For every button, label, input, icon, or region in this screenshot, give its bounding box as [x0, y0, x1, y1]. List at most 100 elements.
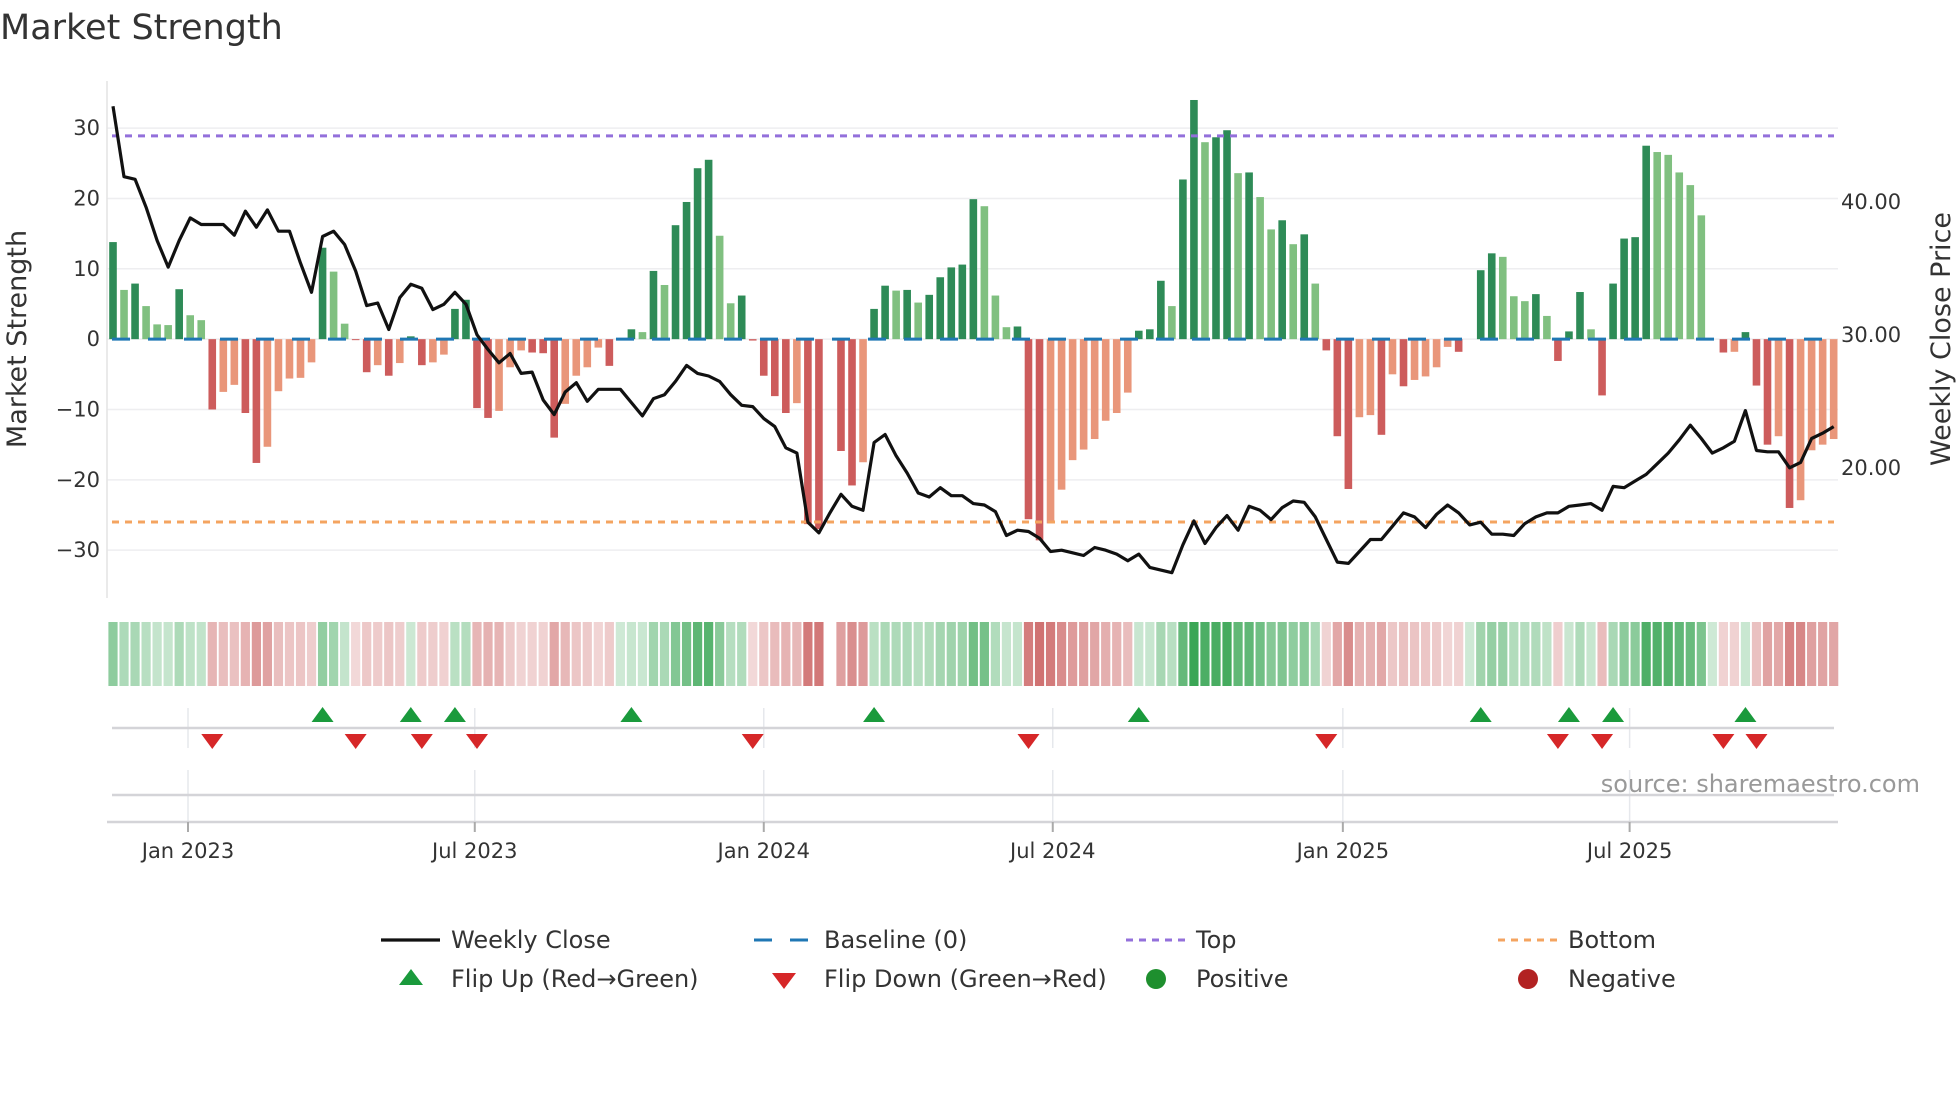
strength-bar [1796, 339, 1805, 501]
heat-cell [1034, 622, 1045, 686]
strength-bar [1366, 339, 1375, 416]
legend-item-negative: Negative [1518, 965, 1676, 993]
flip-up-marker [443, 707, 466, 722]
heat-cell [439, 622, 449, 686]
strength-bar [1256, 197, 1264, 340]
heat-cell [174, 622, 184, 686]
heat-cell [295, 622, 306, 686]
strength-bar [1201, 142, 1209, 340]
heat-cell [229, 622, 239, 686]
strength-bars [109, 99, 1838, 541]
heat-cell [516, 622, 526, 686]
heat-cell [1663, 622, 1673, 686]
strength-bar [175, 289, 183, 340]
flip-up-marker [311, 707, 334, 722]
strength-bar [1487, 253, 1496, 340]
flip-up-marker [1734, 707, 1757, 722]
heat-cell [1476, 622, 1486, 686]
heat-cell [317, 622, 328, 686]
legend-item-positive: Positive [1146, 965, 1289, 993]
strength-bar [1024, 339, 1033, 520]
heat-cell [185, 622, 195, 686]
strength-bar [307, 339, 316, 363]
heat-cell [1343, 622, 1353, 686]
heat-cell [119, 622, 129, 686]
heat-cell [1619, 622, 1629, 686]
heat-cell [351, 622, 361, 686]
strength-bar [340, 323, 349, 340]
strength-heat-strip [108, 622, 1839, 686]
strength-bar [153, 324, 161, 340]
strength-bar [958, 264, 967, 340]
heat-cell [1001, 622, 1012, 686]
heat-cell [891, 622, 901, 686]
strength-bar [1829, 339, 1838, 440]
heat-cell [615, 622, 625, 686]
heat-cell [494, 622, 504, 686]
heat-cell [692, 622, 703, 686]
heat-cell [251, 622, 261, 686]
heat-cell [582, 622, 592, 686]
heat-cell [1134, 622, 1144, 686]
strength-bar [429, 339, 437, 363]
strength-bar [936, 277, 945, 340]
heat-cell [1123, 622, 1133, 686]
strength-bar [1157, 280, 1165, 340]
strength-bar [638, 332, 647, 340]
x-tick-label: Jan 2024 [716, 839, 811, 863]
strength-bar [1300, 234, 1309, 340]
triangle-down-icon [772, 973, 796, 989]
heat-cell [1288, 622, 1298, 686]
heat-cell [196, 622, 206, 686]
circle-icon [1518, 969, 1538, 989]
strength-bar [1179, 179, 1187, 340]
heat-cell [626, 622, 637, 686]
strength-bar [296, 339, 305, 378]
heat-cell [1520, 622, 1530, 686]
strength-bar [362, 339, 371, 373]
strength-bar [1543, 315, 1551, 340]
heat-cell [1531, 622, 1541, 686]
strength-bar [1377, 339, 1386, 435]
strength-bar [473, 339, 481, 409]
heat-cell [1420, 622, 1431, 686]
legend-item-baseline: Baseline (0) [754, 926, 967, 954]
heat-cell [163, 622, 173, 686]
heat-cell [1652, 622, 1662, 686]
strength-bar [1686, 185, 1695, 340]
heat-cell [560, 622, 570, 686]
heat-cell [1773, 622, 1784, 686]
heat-cell [1244, 622, 1254, 686]
strength-bar [870, 308, 878, 340]
heat-cell [814, 622, 824, 686]
heat-cell [990, 622, 1000, 686]
heat-cell [207, 622, 217, 686]
strength-bar [1785, 339, 1794, 508]
strength-bar [219, 339, 228, 392]
strength-bar [737, 295, 746, 340]
strength-bar [517, 339, 525, 351]
heat-cell [1807, 622, 1817, 686]
strength-bar [1278, 220, 1286, 340]
flip-down-marker [1315, 734, 1338, 749]
flip-down-marker [465, 734, 488, 749]
heat-cell [1101, 622, 1111, 686]
strength-bar [1223, 130, 1231, 340]
strength-bar [1620, 238, 1628, 340]
strength-bar [1344, 339, 1353, 489]
heat-cell [1321, 622, 1331, 686]
strength-bar [1146, 329, 1154, 340]
strength-bar [1774, 339, 1783, 437]
heat-cell [1729, 622, 1740, 686]
heat-cell [284, 622, 295, 686]
heat-cell [604, 622, 614, 686]
heat-cell [1277, 622, 1287, 686]
heat-cell [1454, 622, 1464, 686]
strength-bar [1079, 339, 1088, 450]
legend: Weekly Close Baseline (0) Top Bottom Flip Up… [381, 926, 1676, 993]
strength-bar [440, 339, 448, 355]
strength-bar [1598, 339, 1606, 396]
heat-cell [108, 622, 118, 686]
strength-bar [274, 339, 283, 392]
heat-cell [715, 622, 725, 686]
